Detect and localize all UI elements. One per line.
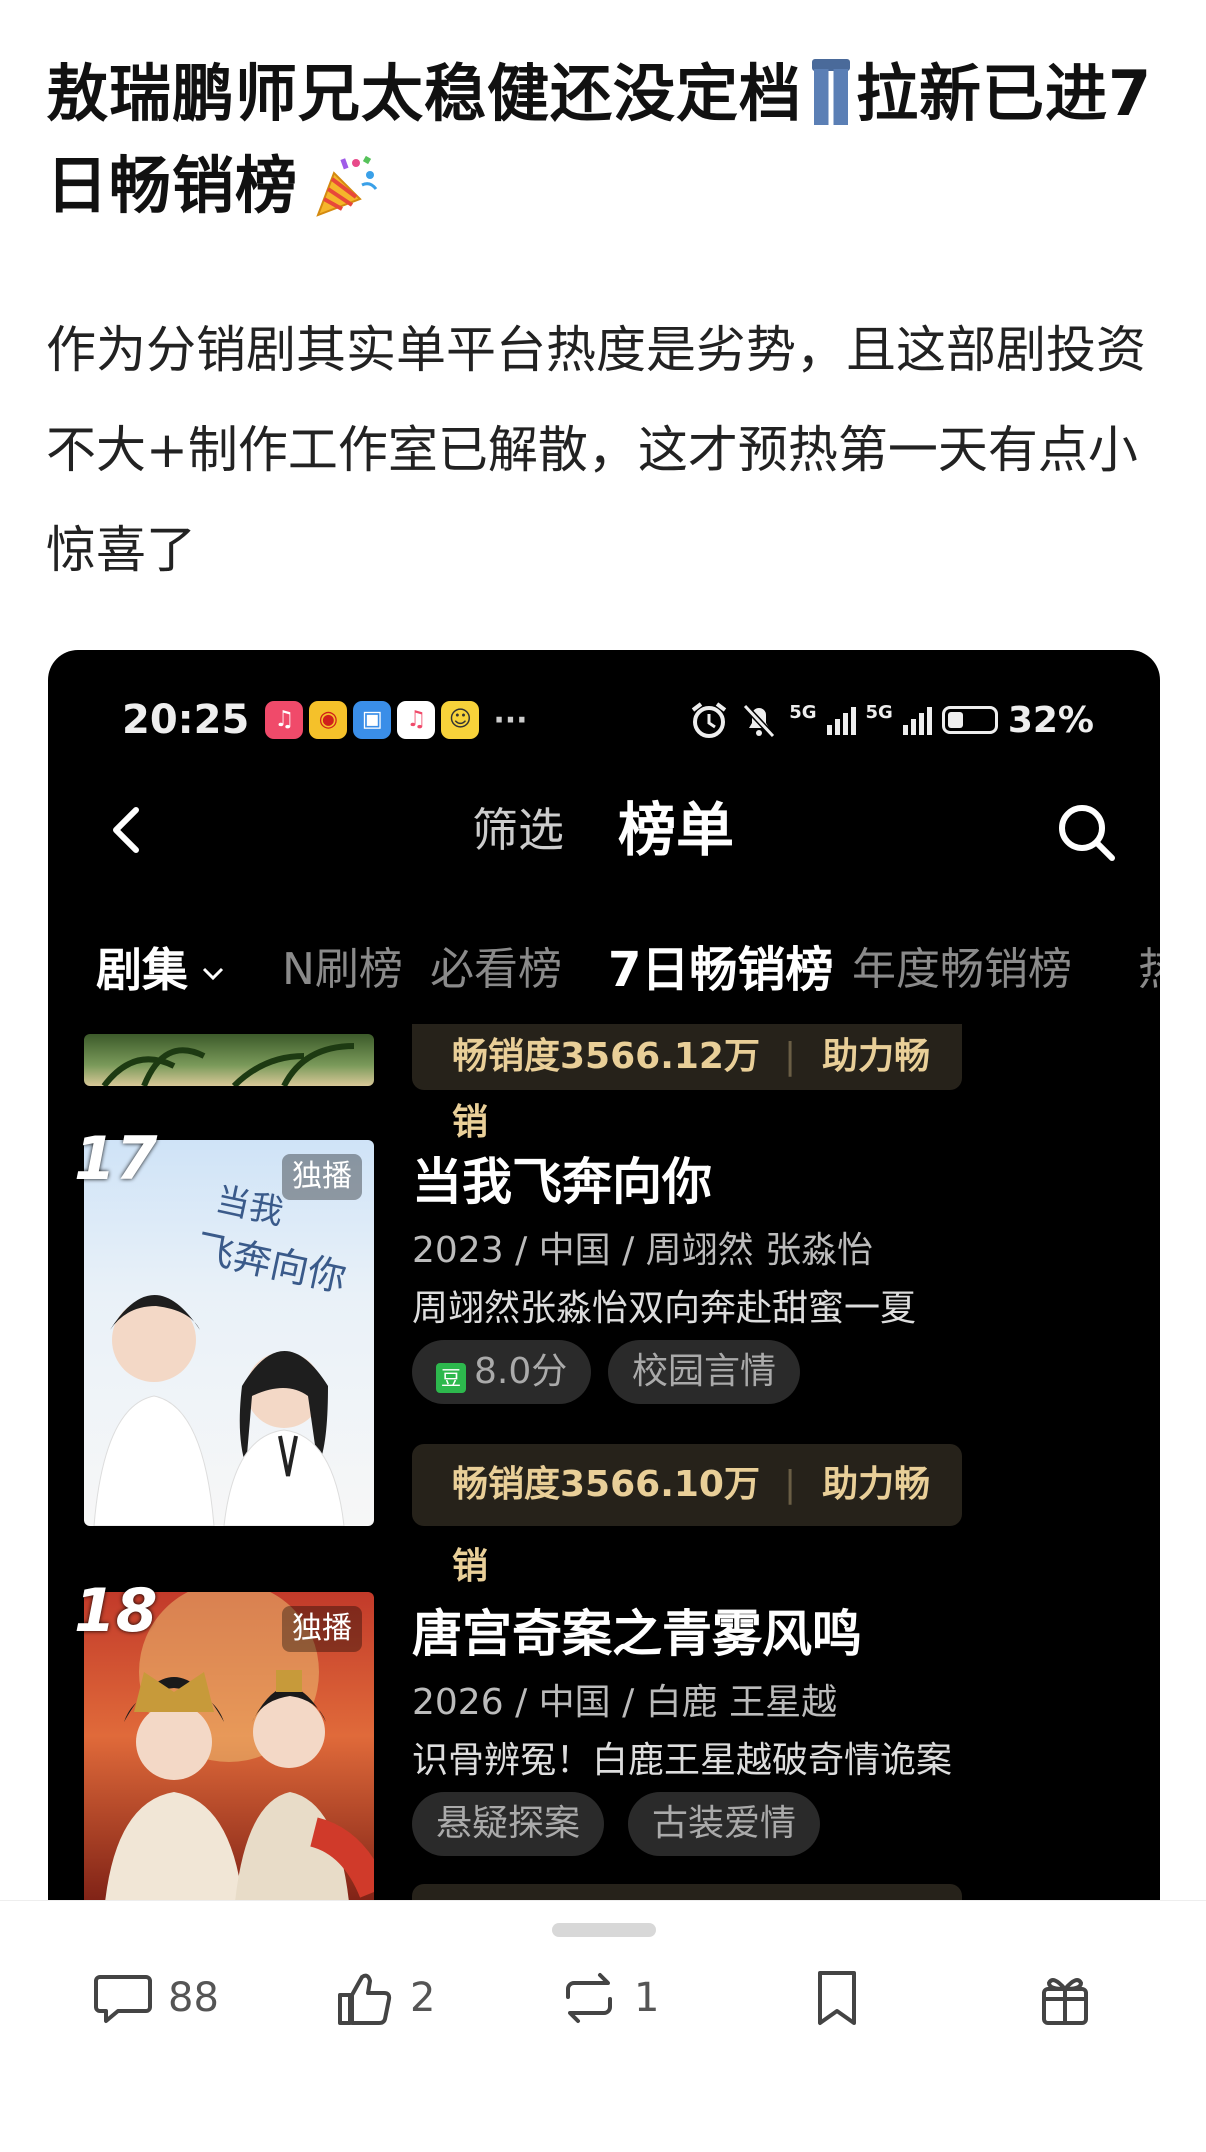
post-body: 作为分销剧其实单平台热度是劣势，且这部剧投资不大+制作工作室已解散，这才预热第一…: [46, 321, 1146, 579]
drama-description: 识骨辨冤！白鹿王星越破奇情诡案: [412, 1740, 953, 1781]
repost-count: 1: [634, 1975, 660, 2021]
drama-description: 周翊然张淼怡双向奔赴甜蜜一夏: [412, 1288, 917, 1329]
sales-box[interactable]: 畅销度3566.10万 | 助力畅销: [412, 1444, 962, 1587]
drag-handle[interactable]: [552, 1923, 656, 1937]
tab-annual-bestseller[interactable]: 年度畅销榜: [852, 930, 1072, 1010]
battery-level: 32%: [1007, 699, 1094, 741]
tab-7day-bestseller[interactable]: 7日畅销榜: [608, 930, 833, 1010]
sales-value: 畅销度3566.10万: [452, 1464, 760, 1505]
mute-icon: [743, 703, 776, 739]
tab-series[interactable]: 剧集: [96, 930, 228, 1010]
post-title-part1: 敖瑞鹏师兄太稳健还没定档: [46, 57, 803, 130]
status-right: 5G 5G 32%: [689, 690, 1094, 750]
battery-icon: [941, 706, 998, 734]
rank-number: 18: [74, 1576, 158, 1646]
jeans-emoji-icon: [812, 58, 851, 125]
drama-poster[interactable]: [84, 1034, 374, 1086]
palm-leaves-decoration: [101, 1043, 355, 1086]
thumbs-up-icon: [338, 1973, 392, 2025]
douban-icon: 豆: [436, 1363, 466, 1393]
genre-tag[interactable]: 校园言情: [608, 1340, 801, 1404]
genre-tag[interactable]: 悬疑探案: [412, 1792, 605, 1856]
weibo-icon: ◉: [309, 701, 348, 739]
genre-tag[interactable]: 古装爱情: [628, 1792, 821, 1856]
tab-series-label: 剧集: [96, 943, 188, 997]
tab-rewatch[interactable]: N刷榜: [282, 930, 403, 1010]
search-icon[interactable]: [1054, 800, 1120, 866]
network-type: 5G: [865, 702, 893, 723]
score-value: 8.0分: [474, 1351, 568, 1392]
drama-cast: 白鹿 王星越: [645, 1682, 838, 1723]
gift-icon: [1042, 1978, 1088, 2025]
drama-cast: 周翊然 张淼怡: [645, 1230, 874, 1271]
svg-text:当我: 当我: [212, 1180, 287, 1233]
douban-score-chip: 豆 8.0分: [412, 1340, 592, 1404]
bookmark-icon: [818, 1971, 856, 2025]
signal-icon: [826, 705, 856, 735]
chart-tabs: 剧集 N刷榜 必看榜 7日畅销榜 年度畅销榜 热: [84, 930, 1160, 1010]
comment-count: 88: [168, 1975, 219, 2021]
signal-icon: [902, 705, 932, 735]
sales-box-partial[interactable]: [412, 1884, 962, 1900]
drama-region: 中国: [538, 1682, 611, 1723]
party-popper-emoji-icon: [316, 155, 378, 217]
drama-region: 中国: [538, 1230, 611, 1271]
network-type: 5G: [789, 702, 817, 723]
embedded-screenshot[interactable]: 20:25 ♫ ◉ ▣ ♫ ☺ ··· 5G 5G 32% 筛选 榜单 剧集 N…: [48, 650, 1160, 1900]
drama-year: 2026: [412, 1682, 504, 1723]
status-time: 20:25 ♫ ◉ ▣ ♫ ☺ ···: [122, 690, 528, 750]
music-icon: ♫: [397, 701, 436, 739]
app-icon: ▣: [353, 701, 392, 739]
repost-button[interactable]: 1: [558, 1963, 659, 2033]
like-button[interactable]: 2: [334, 1963, 435, 2033]
status-time-text: 20:25: [122, 697, 250, 743]
nav-chart-title[interactable]: 榜单: [618, 795, 734, 865]
more-notifications: ···: [493, 702, 528, 738]
comment-icon: [94, 1975, 152, 2023]
bottom-action-bar: 88 2 1: [0, 1900, 1206, 2152]
sales-value: 畅销度3566.12万: [452, 1036, 760, 1077]
svg-text:飞奔向你: 飞奔向你: [192, 1226, 350, 1301]
sales-box[interactable]: 畅销度3566.12万 | 助力畅销: [412, 1024, 962, 1143]
tab-must-watch[interactable]: 必看榜: [430, 930, 562, 1010]
drama-title[interactable]: 唐宫奇案之青雾风鸣: [412, 1604, 862, 1664]
repost-icon: [566, 1973, 612, 2023]
exclusive-badge: 独播: [282, 1154, 362, 1200]
game-icon: ☺: [441, 701, 480, 739]
comment-button[interactable]: 88: [92, 1963, 219, 2033]
like-count: 2: [410, 1975, 436, 2021]
divider: |: [783, 1464, 797, 1505]
drama-meta: 2023 / 中国 / 周翊然 张淼怡: [412, 1230, 874, 1271]
back-arrow-icon[interactable]: [98, 800, 158, 860]
nav-filter[interactable]: 筛选: [472, 800, 564, 860]
tab-hot[interactable]: 热: [1138, 930, 1160, 1010]
bookmark-button[interactable]: [806, 1963, 882, 2033]
drama-year: 2023: [412, 1230, 504, 1271]
music-icon: ♫: [265, 701, 304, 739]
drama-meta: 2026 / 中国 / 白鹿 王星越: [412, 1682, 838, 1723]
divider: |: [783, 1036, 797, 1077]
gift-button[interactable]: [1034, 1963, 1110, 2033]
drama-poster[interactable]: 当我 飞奔向你 独播: [84, 1140, 374, 1526]
chevron-down-icon: [202, 967, 224, 980]
alarm-icon: [692, 702, 727, 738]
rank-number: 17: [74, 1124, 158, 1194]
post-title: 敖瑞鹏师兄太稳健还没定档 拉新已进7日畅销榜: [46, 48, 1166, 232]
exclusive-badge: 独播: [282, 1606, 362, 1652]
drama-title[interactable]: 当我飞奔向你: [412, 1152, 712, 1212]
